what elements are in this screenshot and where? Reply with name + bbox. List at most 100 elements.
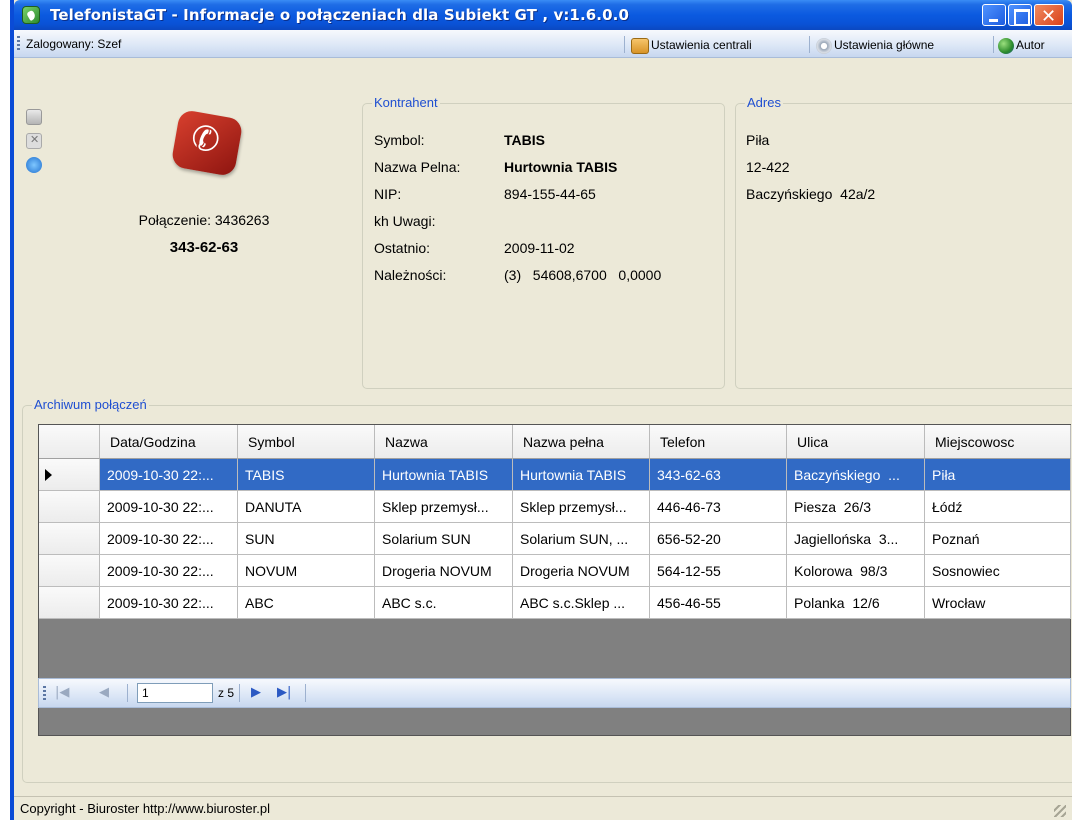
cell-street[interactable]: Polanka 12/6 [787, 587, 925, 619]
cell-symbol[interactable]: TABIS [238, 459, 375, 491]
cell-name[interactable]: Hurtownia TABIS [375, 459, 513, 491]
cell-city[interactable]: Wrocław [925, 587, 1071, 619]
toolbar-separator [809, 36, 810, 53]
prev-page-icon[interactable]: ◀ [99, 685, 115, 701]
column-header-name[interactable]: Nazwa [375, 425, 513, 459]
network-icon [631, 37, 649, 54]
toolbar-grip[interactable] [17, 36, 20, 52]
minimize-button[interactable] [982, 4, 1006, 26]
cell-fullname[interactable]: Hurtownia TABIS [513, 459, 650, 491]
cell-city[interactable]: Łódź [925, 491, 1071, 523]
cell-name[interactable]: ABC s.c. [375, 587, 513, 619]
cell-name[interactable]: Sklep przemysł... [375, 491, 513, 523]
logged-in-label: Zalogowany: Szef [26, 37, 122, 51]
grid-pager: |◀ ◀ z 5 ▶ ▶| [38, 678, 1071, 708]
cell-street[interactable]: Piesza 26/3 [787, 491, 925, 523]
column-header-city[interactable]: Miejscowosc [925, 425, 1071, 459]
next-page-icon[interactable]: ▶ [251, 685, 267, 701]
cell-phone[interactable]: 456-46-55 [650, 587, 787, 619]
cell-datetime[interactable]: 2009-10-30 22:... [100, 523, 238, 555]
cell-phone[interactable]: 446-46-73 [650, 491, 787, 523]
cell-phone[interactable]: 656-52-20 [650, 523, 787, 555]
row-header-corner [39, 425, 100, 459]
address-city: Piła [746, 132, 770, 148]
field-label: Ostatnio: [374, 240, 431, 256]
app-phone-icon [22, 6, 40, 24]
cell-fullname[interactable]: ABC s.c.Sklep ... [513, 587, 650, 619]
title-bar[interactable]: TelefonistaGT - Informacje o połączeniac… [14, 0, 1072, 30]
maximize-button[interactable] [1008, 4, 1032, 26]
row-header[interactable] [39, 587, 100, 619]
row-header[interactable] [39, 459, 100, 491]
table-row[interactable]: 2009-10-30 22:... TABIS Hurtownia TABIS Hur… [39, 459, 1071, 491]
globe-icon [998, 37, 1014, 54]
column-header-datetime[interactable]: Data/Godzina [100, 425, 238, 459]
cell-name[interactable]: Solarium SUN [375, 523, 513, 555]
pager-separator [305, 684, 306, 702]
cell-phone[interactable]: 343-62-63 [650, 459, 787, 491]
address-group: Adres Piła 12-422 Baczyńskiego 42a/2 [735, 95, 1072, 389]
author-button[interactable]: Autor [998, 35, 1045, 55]
row-header[interactable] [39, 555, 100, 587]
pager-separator [239, 684, 240, 702]
cell-fullname[interactable]: Drogeria NOVUM [513, 555, 650, 587]
row-header[interactable] [39, 491, 100, 523]
phone-call-icon [170, 108, 244, 178]
field-value: (3) 54608,6700 0,0000 [504, 267, 662, 283]
main-settings-button[interactable]: Ustawienia główne [816, 35, 934, 55]
address-group-title: Adres [745, 95, 783, 110]
cell-fullname[interactable]: Sklep przemysł... [513, 491, 650, 523]
cell-city[interactable]: Piła [925, 459, 1071, 491]
cell-name[interactable]: Drogeria NOVUM [375, 555, 513, 587]
column-header-symbol[interactable]: Symbol [238, 425, 375, 459]
field-label: kh Uwagi: [374, 213, 436, 229]
connection-label: Połączenie: 3436263 [138, 212, 270, 228]
address-street: Baczyńskiego 42a/2 [746, 186, 876, 202]
cell-phone[interactable]: 564-12-55 [650, 555, 787, 587]
cell-symbol[interactable]: ABC [238, 587, 375, 619]
author-label: Autor [1016, 38, 1045, 52]
page-number-input[interactable] [137, 683, 213, 703]
pager-separator [127, 684, 128, 702]
cell-symbol[interactable]: DANUTA [238, 491, 375, 523]
field-label: Symbol: [374, 132, 425, 148]
cell-datetime[interactable]: 2009-10-30 22:... [100, 491, 238, 523]
pager-grip[interactable] [43, 686, 46, 702]
last-page-icon[interactable]: ▶| [277, 685, 293, 701]
field-value: 2009-11-02 [504, 240, 575, 256]
contractor-group-title: Kontrahent [372, 95, 440, 110]
cell-symbol[interactable]: SUN [238, 523, 375, 555]
delete-icon[interactable] [26, 133, 42, 149]
main-settings-label: Ustawienia główne [834, 38, 935, 52]
cell-street[interactable]: Jagiellońska 3... [787, 523, 925, 555]
field-label: Nazwa Pelna: [374, 159, 461, 175]
column-header-fullname[interactable]: Nazwa pełna [513, 425, 650, 459]
first-page-icon[interactable]: |◀ [55, 685, 71, 701]
close-button[interactable]: ✕ [1034, 4, 1064, 27]
cell-city[interactable]: Sosnowiec [925, 555, 1071, 587]
cell-datetime[interactable]: 2009-10-30 22:... [100, 587, 238, 619]
cell-street[interactable]: Baczyńskiego ... [787, 459, 925, 491]
table-row[interactable]: 2009-10-30 22:... SUN Solarium SUN Solarium… [39, 523, 1071, 555]
grid-header: Data/Godzina Symbol Nazwa Nazwa pełna Te… [39, 425, 1071, 459]
table-row[interactable]: 2009-10-30 22:... NOVUM Drogeria NOVUM Drog… [39, 555, 1071, 587]
column-header-phone[interactable]: Telefon [650, 425, 787, 459]
toolbar-separator [624, 36, 625, 53]
caller-number: 343-62-63 [169, 239, 239, 256]
cell-datetime[interactable]: 2009-10-30 22:... [100, 555, 238, 587]
central-settings-button[interactable]: Ustawienia centrali [631, 35, 752, 55]
table-row[interactable]: 2009-10-30 22:... ABC ABC s.c. ABC s.c.Skle… [39, 587, 1071, 619]
print-icon[interactable] [26, 109, 42, 125]
resize-grip[interactable] [1054, 805, 1066, 817]
cell-fullname[interactable]: Solarium SUN, ... [513, 523, 650, 555]
column-header-street[interactable]: Ulica [787, 425, 925, 459]
cell-street[interactable]: Kolorowa 98/3 [787, 555, 925, 587]
cell-symbol[interactable]: NOVUM [238, 555, 375, 587]
row-header[interactable] [39, 523, 100, 555]
side-toolbar [26, 109, 46, 181]
cell-city[interactable]: Poznań [925, 523, 1071, 555]
table-row[interactable]: 2009-10-30 22:... DANUTA Sklep przemysł...… [39, 491, 1071, 523]
cell-datetime[interactable]: 2009-10-30 22:... [100, 459, 238, 491]
refresh-icon[interactable] [26, 157, 42, 173]
app-window: TelefonistaGT - Informacje o połączeniac… [10, 0, 1072, 820]
